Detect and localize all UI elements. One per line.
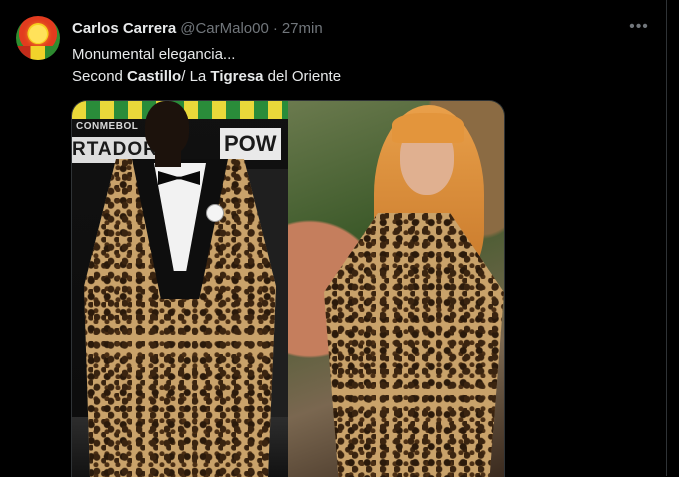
- avatar[interactable]: [16, 16, 60, 60]
- more-horizontal-icon: •••: [629, 18, 649, 35]
- author-handle[interactable]: @CarMalo00: [180, 20, 269, 37]
- tweet-timestamp[interactable]: 27min: [282, 20, 323, 37]
- tweet-card[interactable]: Carlos Carrera @CarMalo00 · 27min ••• Mo…: [0, 0, 679, 477]
- sponsor-sign-right: POW: [220, 128, 281, 160]
- more-options-button[interactable]: •••: [624, 16, 654, 38]
- text-prefix: Second: [72, 68, 128, 85]
- lapel-pin: [206, 204, 224, 222]
- tweet-text-line2: Second Castillo/ La Tigresa del Oriente: [72, 66, 341, 88]
- author-name[interactable]: Carlos Carrera: [72, 20, 176, 37]
- woman-bangs: [392, 113, 464, 143]
- separator-dot: ·: [272, 19, 278, 37]
- tweet-header: Carlos Carrera @CarMalo00 · 27min: [72, 17, 323, 39]
- tweet-text: Monumental elegancia... Second Castillo/…: [72, 44, 341, 88]
- text-mid: / La: [181, 68, 211, 85]
- media-photo-right: [288, 101, 504, 477]
- leopard-print-outfit: [324, 213, 504, 477]
- timeline-divider: [666, 0, 667, 476]
- text-bold-tigresa: Tigresa: [210, 68, 264, 85]
- conmebol-sign: CONMEBOL: [76, 121, 139, 132]
- text-bold-castillo: Castillo: [127, 68, 182, 85]
- media-photo-left: CONMEBOL RTADOR POW: [72, 101, 288, 477]
- avatar-flag-band: [16, 46, 60, 60]
- tweet-media-image[interactable]: CONMEBOL RTADOR POW: [71, 100, 505, 477]
- text-suffix: del Oriente: [263, 68, 342, 85]
- tweet-text-line1: Monumental elegancia...: [72, 46, 236, 63]
- man-head: [145, 101, 189, 155]
- avatar-sun-graphic: [29, 25, 47, 43]
